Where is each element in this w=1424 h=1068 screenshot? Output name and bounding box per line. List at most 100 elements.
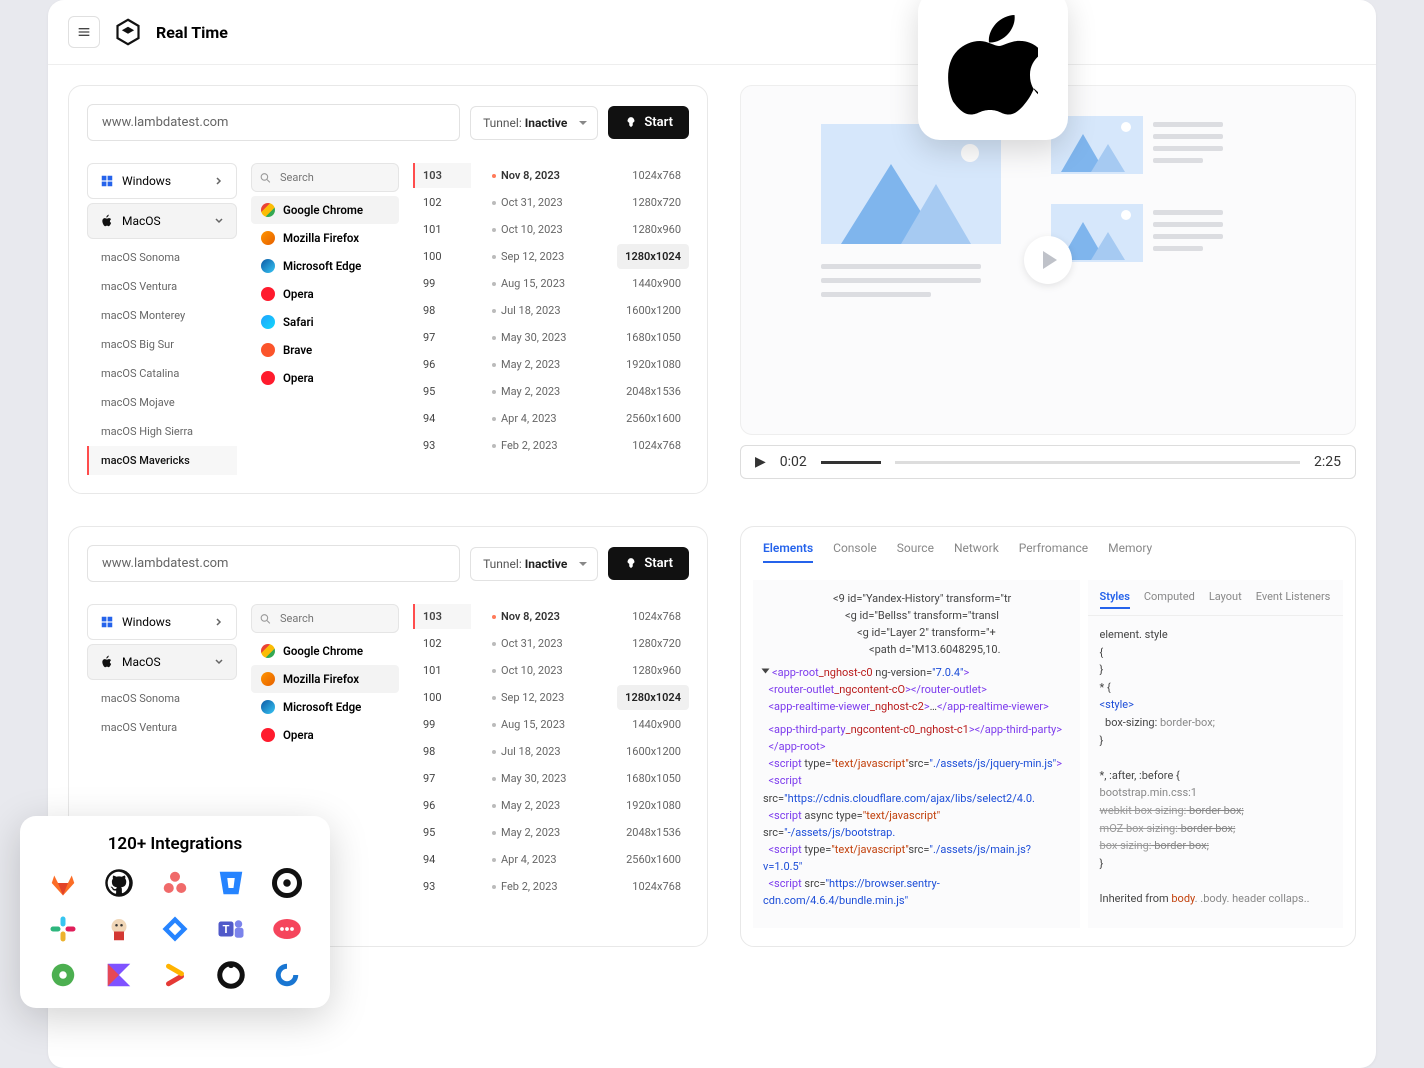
version-item[interactable]: 101 [413,217,471,242]
date-item[interactable]: Aug 15, 2023 [485,712,595,737]
version-item[interactable]: 100 [413,244,471,269]
styles-tab[interactable]: Event Listeners [1256,590,1331,609]
resolution-item[interactable]: 1024x768 [624,604,689,629]
url-input[interactable]: www.lambdatest.com [87,104,460,141]
version-item[interactable]: 99 [413,271,471,296]
resolution-item[interactable]: 1920x1080 [618,793,689,818]
browser-item[interactable]: Opera [251,721,399,749]
github-icon[interactable] [104,868,134,898]
version-item[interactable]: 95 [413,820,471,845]
resolution-item[interactable]: 1600x1200 [618,298,689,323]
play-icon[interactable]: ▶ [755,454,766,470]
tunnel-select[interactable]: Tunnel: Inactive [470,547,598,581]
resolution-item[interactable]: 2048x1536 [618,820,689,845]
version-item[interactable]: 94 [413,847,471,872]
resolution-item[interactable]: 1024x768 [624,433,689,458]
resolution-item[interactable]: 1280x1024 [617,244,689,269]
styles-tab[interactable]: Styles [1100,590,1130,609]
browser-item[interactable]: Opera [251,280,399,308]
jira-icon[interactable] [160,914,190,944]
bitbucket-icon[interactable] [216,868,246,898]
menu-button[interactable] [68,16,100,48]
resolution-item[interactable]: 1280x960 [624,658,689,683]
version-item[interactable]: 93 [413,433,471,458]
version-item[interactable]: 98 [413,298,471,323]
resolution-item[interactable]: 1280x720 [624,190,689,215]
browser-item[interactable]: Brave [251,336,399,364]
os-version-item[interactable]: macOS High Sierra [87,417,237,446]
version-item[interactable]: 103 [413,163,471,188]
play-button[interactable] [1024,236,1072,284]
date-item[interactable]: May 30, 2023 [485,766,595,791]
browser-search[interactable] [251,163,399,192]
resolution-item[interactable]: 1440x900 [624,712,689,737]
date-item[interactable]: Sep 12, 2023 [485,244,595,269]
version-item[interactable]: 97 [413,766,471,791]
version-item[interactable]: 96 [413,793,471,818]
os-version-item[interactable]: macOS Sonoma [87,684,237,713]
date-item[interactable]: Nov 8, 2023 [485,604,595,629]
version-item[interactable]: 96 [413,352,471,377]
start-button[interactable]: Start [608,106,689,139]
gear-green-icon[interactable] [48,960,78,990]
os-version-item[interactable]: macOS Mavericks [87,446,237,475]
browser-item[interactable]: Opera [251,364,399,392]
date-item[interactable]: Apr 4, 2023 [485,406,595,431]
date-item[interactable]: May 2, 2023 [485,379,595,404]
devtools-tab[interactable]: Elements [763,541,813,563]
date-item[interactable]: Feb 2, 2023 [485,874,595,899]
resolution-item[interactable]: 1680x1050 [618,325,689,350]
os-version-item[interactable]: macOS Ventura [87,713,237,742]
resolution-item[interactable]: 1600x1200 [618,739,689,764]
resolution-item[interactable]: 1280x720 [624,631,689,656]
os-windows[interactable]: Windows [87,604,237,640]
resolution-item[interactable]: 1024x768 [624,163,689,188]
styles-tab[interactable]: Layout [1209,590,1242,609]
version-item[interactable]: 102 [413,190,471,215]
version-item[interactable]: 103 [413,604,471,629]
kotlin-icon[interactable] [104,960,134,990]
date-item[interactable]: Oct 31, 2023 [485,190,595,215]
version-item[interactable]: 95 [413,379,471,404]
browser-item[interactable]: Safari [251,308,399,336]
os-version-item[interactable]: macOS Ventura [87,272,237,301]
date-item[interactable]: Feb 2, 2023 [485,433,595,458]
os-windows[interactable]: Windows [87,163,237,199]
resolution-item[interactable]: 1920x1080 [618,352,689,377]
os-version-item[interactable]: macOS Mojave [87,388,237,417]
date-item[interactable]: May 30, 2023 [485,325,595,350]
date-item[interactable]: May 2, 2023 [485,352,595,377]
version-item[interactable]: 93 [413,874,471,899]
browser-item[interactable]: Mozilla Firefox [251,224,399,252]
browser-item[interactable]: Google Chrome [251,196,399,224]
date-item[interactable]: Apr 4, 2023 [485,847,595,872]
player-progress[interactable] [821,461,881,464]
devtools-tab[interactable]: Source [897,541,934,563]
resolution-item[interactable]: 1024x768 [624,874,689,899]
teams-icon[interactable]: T [216,914,246,944]
resolution-item[interactable]: 1680x1050 [618,766,689,791]
resolution-item[interactable]: 2048x1536 [618,379,689,404]
styles-pane[interactable]: StylesComputedLayoutEvent Listeners elem… [1088,580,1343,928]
version-item[interactable]: 99 [413,712,471,737]
jenkins-icon[interactable] [104,914,134,944]
rocketchat-icon[interactable] [272,914,302,944]
date-item[interactable]: May 2, 2023 [485,793,595,818]
start-button[interactable]: Start [608,547,689,580]
tunnel-select[interactable]: Tunnel: Inactive [470,106,598,140]
devtools-tab[interactable]: Network [954,541,999,563]
date-item[interactable]: Oct 10, 2023 [485,658,595,683]
devtools-tab[interactable]: Memory [1108,541,1152,563]
date-item[interactable]: Jul 18, 2023 [485,739,595,764]
browser-search[interactable] [251,604,399,633]
gitlab-icon[interactable] [48,868,78,898]
browser-item[interactable]: Mozilla Firefox [251,665,399,693]
version-item[interactable]: 102 [413,631,471,656]
version-item[interactable]: 101 [413,658,471,683]
os-macos[interactable]: MacOS [87,203,237,239]
date-item[interactable]: Nov 8, 2023 [485,163,595,188]
version-item[interactable]: 100 [413,685,471,710]
version-item[interactable]: 97 [413,325,471,350]
date-item[interactable]: Aug 15, 2023 [485,271,595,296]
date-item[interactable]: Jul 18, 2023 [485,298,595,323]
